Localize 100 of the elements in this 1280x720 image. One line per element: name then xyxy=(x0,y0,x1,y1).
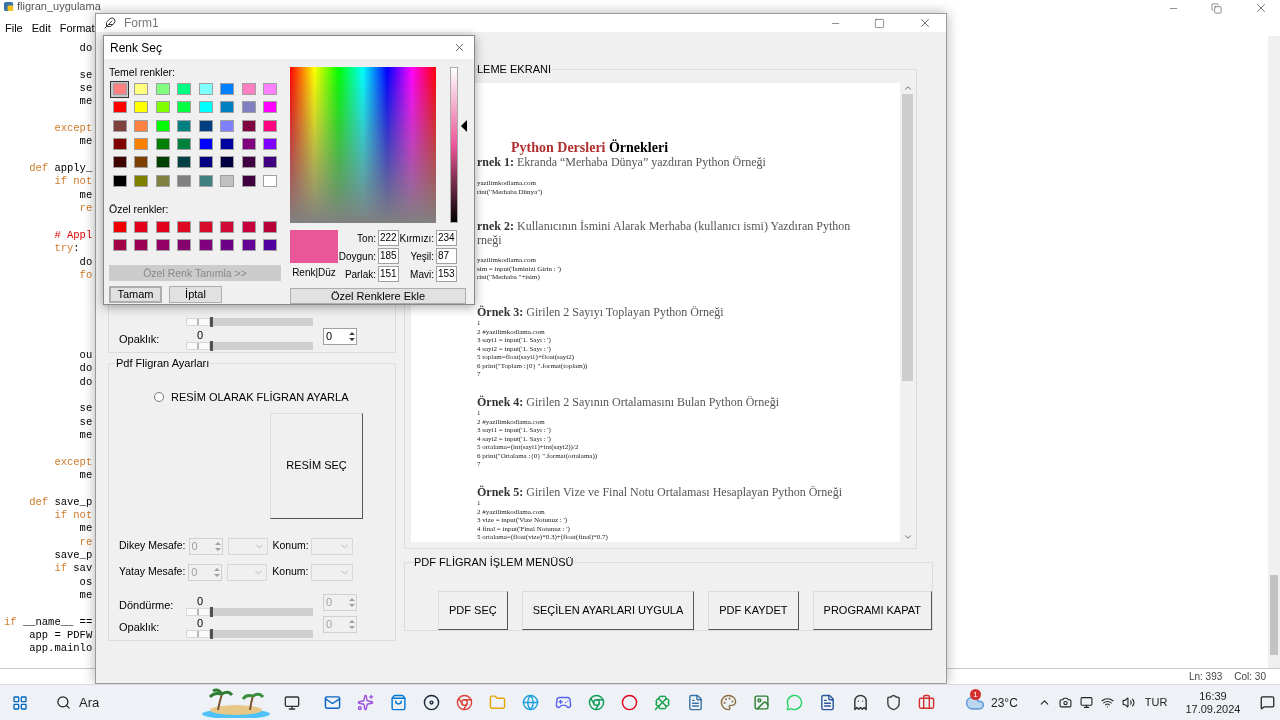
briefcase-icon[interactable] xyxy=(918,694,935,711)
choose-image-button[interactable]: RESİM SEÇ xyxy=(270,412,363,519)
browser-icon[interactable] xyxy=(456,694,473,711)
color-swatch[interactable] xyxy=(155,220,170,233)
scroll-up-icon[interactable] xyxy=(902,83,913,93)
value-label: 0 xyxy=(196,329,205,342)
color-swatch[interactable] xyxy=(263,238,278,251)
value-label: 0 xyxy=(196,616,205,630)
code-line: if __name__ == xyxy=(4,615,94,630)
code-line: me xyxy=(78,469,94,483)
display-icon[interactable] xyxy=(1079,696,1093,709)
menu-item[interactable]: File xyxy=(5,20,23,36)
spin-arrows-icon xyxy=(348,330,356,343)
browser-icon[interactable] xyxy=(588,694,605,711)
number-field[interactable]: 222 xyxy=(378,230,399,246)
color-swatch[interactable] xyxy=(220,220,235,233)
shopping-bag-icon[interactable] xyxy=(390,694,407,711)
image-icon[interactable] xyxy=(753,694,770,711)
notification-icon[interactable] xyxy=(1260,695,1276,710)
close-button[interactable] xyxy=(1254,1,1268,15)
number-field[interactable]: 234 xyxy=(436,230,457,246)
window-title: Form1 xyxy=(124,15,159,32)
clover-icon[interactable] xyxy=(654,694,671,711)
sparkles-icon[interactable] xyxy=(357,694,374,711)
code-line: save_p xyxy=(53,549,94,563)
group-title: PDF FLİGRAN İŞLEM MENÜSÜ xyxy=(414,555,574,569)
clock-date[interactable]: 17.09.2024 xyxy=(1185,702,1241,716)
code-line: re xyxy=(78,535,94,550)
field-label: Opaklık: xyxy=(119,332,161,347)
wifi-icon[interactable] xyxy=(1100,696,1114,709)
gamepad-icon[interactable] xyxy=(555,694,572,711)
ghost-icon[interactable] xyxy=(852,694,869,711)
shield-icon[interactable] xyxy=(885,694,902,711)
menu-item[interactable]: Edit xyxy=(31,20,51,36)
code-line: ou xyxy=(78,348,94,363)
camera-icon[interactable] xyxy=(1058,696,1072,709)
restore-button[interactable] xyxy=(1211,2,1222,14)
number-field[interactable]: 185 xyxy=(378,248,399,264)
clock-time[interactable]: 16:39 xyxy=(1199,689,1227,703)
disc-icon[interactable] xyxy=(423,694,440,711)
scroll-down-icon[interactable] xyxy=(902,532,913,542)
scrollbar-thumb[interactable] xyxy=(1270,575,1278,655)
globe-icon[interactable] xyxy=(522,694,539,711)
number-field[interactable]: 0 xyxy=(323,328,357,345)
color-swatch[interactable] xyxy=(198,238,213,251)
slider-thumb[interactable] xyxy=(210,317,213,327)
color-swatch[interactable] xyxy=(241,238,256,251)
color-swatch[interactable] xyxy=(177,238,192,251)
action-button[interactable]: SEÇİLEN AYARLARI UYGULA xyxy=(521,591,695,630)
section-label: Temel renkler: xyxy=(109,66,176,79)
tick-marks-icon xyxy=(186,342,210,350)
document-icon[interactable] xyxy=(819,694,836,711)
action-button[interactable]: PROGRAMI KAPAT xyxy=(812,591,932,630)
value-label: 0 xyxy=(196,594,205,608)
code-line: try: xyxy=(53,242,81,256)
radio-button[interactable] xyxy=(154,392,164,403)
action-button[interactable]: PDF SEÇ xyxy=(438,591,508,630)
color-swatch[interactable] xyxy=(134,220,149,233)
scrollbar-thumb[interactable] xyxy=(902,94,913,381)
number-field[interactable]: 87 xyxy=(436,248,457,264)
color-swatch[interactable] xyxy=(241,220,256,233)
number-field[interactable]: 151 xyxy=(378,266,399,282)
start-icon[interactable] xyxy=(12,694,28,711)
mail-icon[interactable] xyxy=(324,694,341,711)
ring-icon[interactable] xyxy=(621,694,638,711)
task-view-icon[interactable] xyxy=(284,694,300,711)
field-label: Doygun: xyxy=(338,249,377,264)
color-swatch[interactable] xyxy=(112,220,127,233)
slider-thumb[interactable] xyxy=(210,341,213,351)
search-field[interactable]: Ara xyxy=(46,688,196,717)
scrollbar[interactable] xyxy=(1268,36,1280,668)
cancel-button[interactable]: İptal xyxy=(169,285,222,303)
color-spectrum[interactable] xyxy=(290,67,436,223)
maximize-button[interactable] xyxy=(874,17,885,29)
action-button[interactable]: PDF KAYDET xyxy=(708,591,799,630)
add-custom-button[interactable]: Özel Renklere Ekle xyxy=(290,288,466,304)
speaker-icon[interactable] xyxy=(1121,696,1135,709)
language-indicator[interactable]: TUR xyxy=(1144,694,1168,711)
color-swatch[interactable] xyxy=(134,238,149,251)
color-swatch[interactable] xyxy=(177,220,192,233)
color-swatch[interactable] xyxy=(112,238,127,251)
ok-button[interactable]: Tamam xyxy=(109,285,162,303)
slider-arrow-icon[interactable] xyxy=(461,119,467,132)
code-line: me xyxy=(78,428,94,443)
color-swatch[interactable] xyxy=(155,238,170,251)
code-line: do xyxy=(78,42,94,56)
code-line: do xyxy=(78,255,94,269)
close-button[interactable] xyxy=(453,41,466,54)
code-line: me xyxy=(78,188,94,203)
palette-icon[interactable] xyxy=(720,694,737,711)
color-swatch[interactable] xyxy=(263,220,278,233)
color-swatch[interactable] xyxy=(198,220,213,233)
field-label: Dikey Mesafe: xyxy=(119,538,187,554)
close-button[interactable] xyxy=(918,16,932,30)
document-icon[interactable] xyxy=(687,694,704,711)
radio-label[interactable]: RESİM OLARAK FLİGRAN AYARLA xyxy=(171,389,349,406)
number-field[interactable]: 153 xyxy=(436,266,457,282)
menu-item[interactable]: Format xyxy=(59,20,95,36)
column-indicator: Col: 30 xyxy=(1234,670,1266,684)
color-swatch[interactable] xyxy=(220,238,235,251)
